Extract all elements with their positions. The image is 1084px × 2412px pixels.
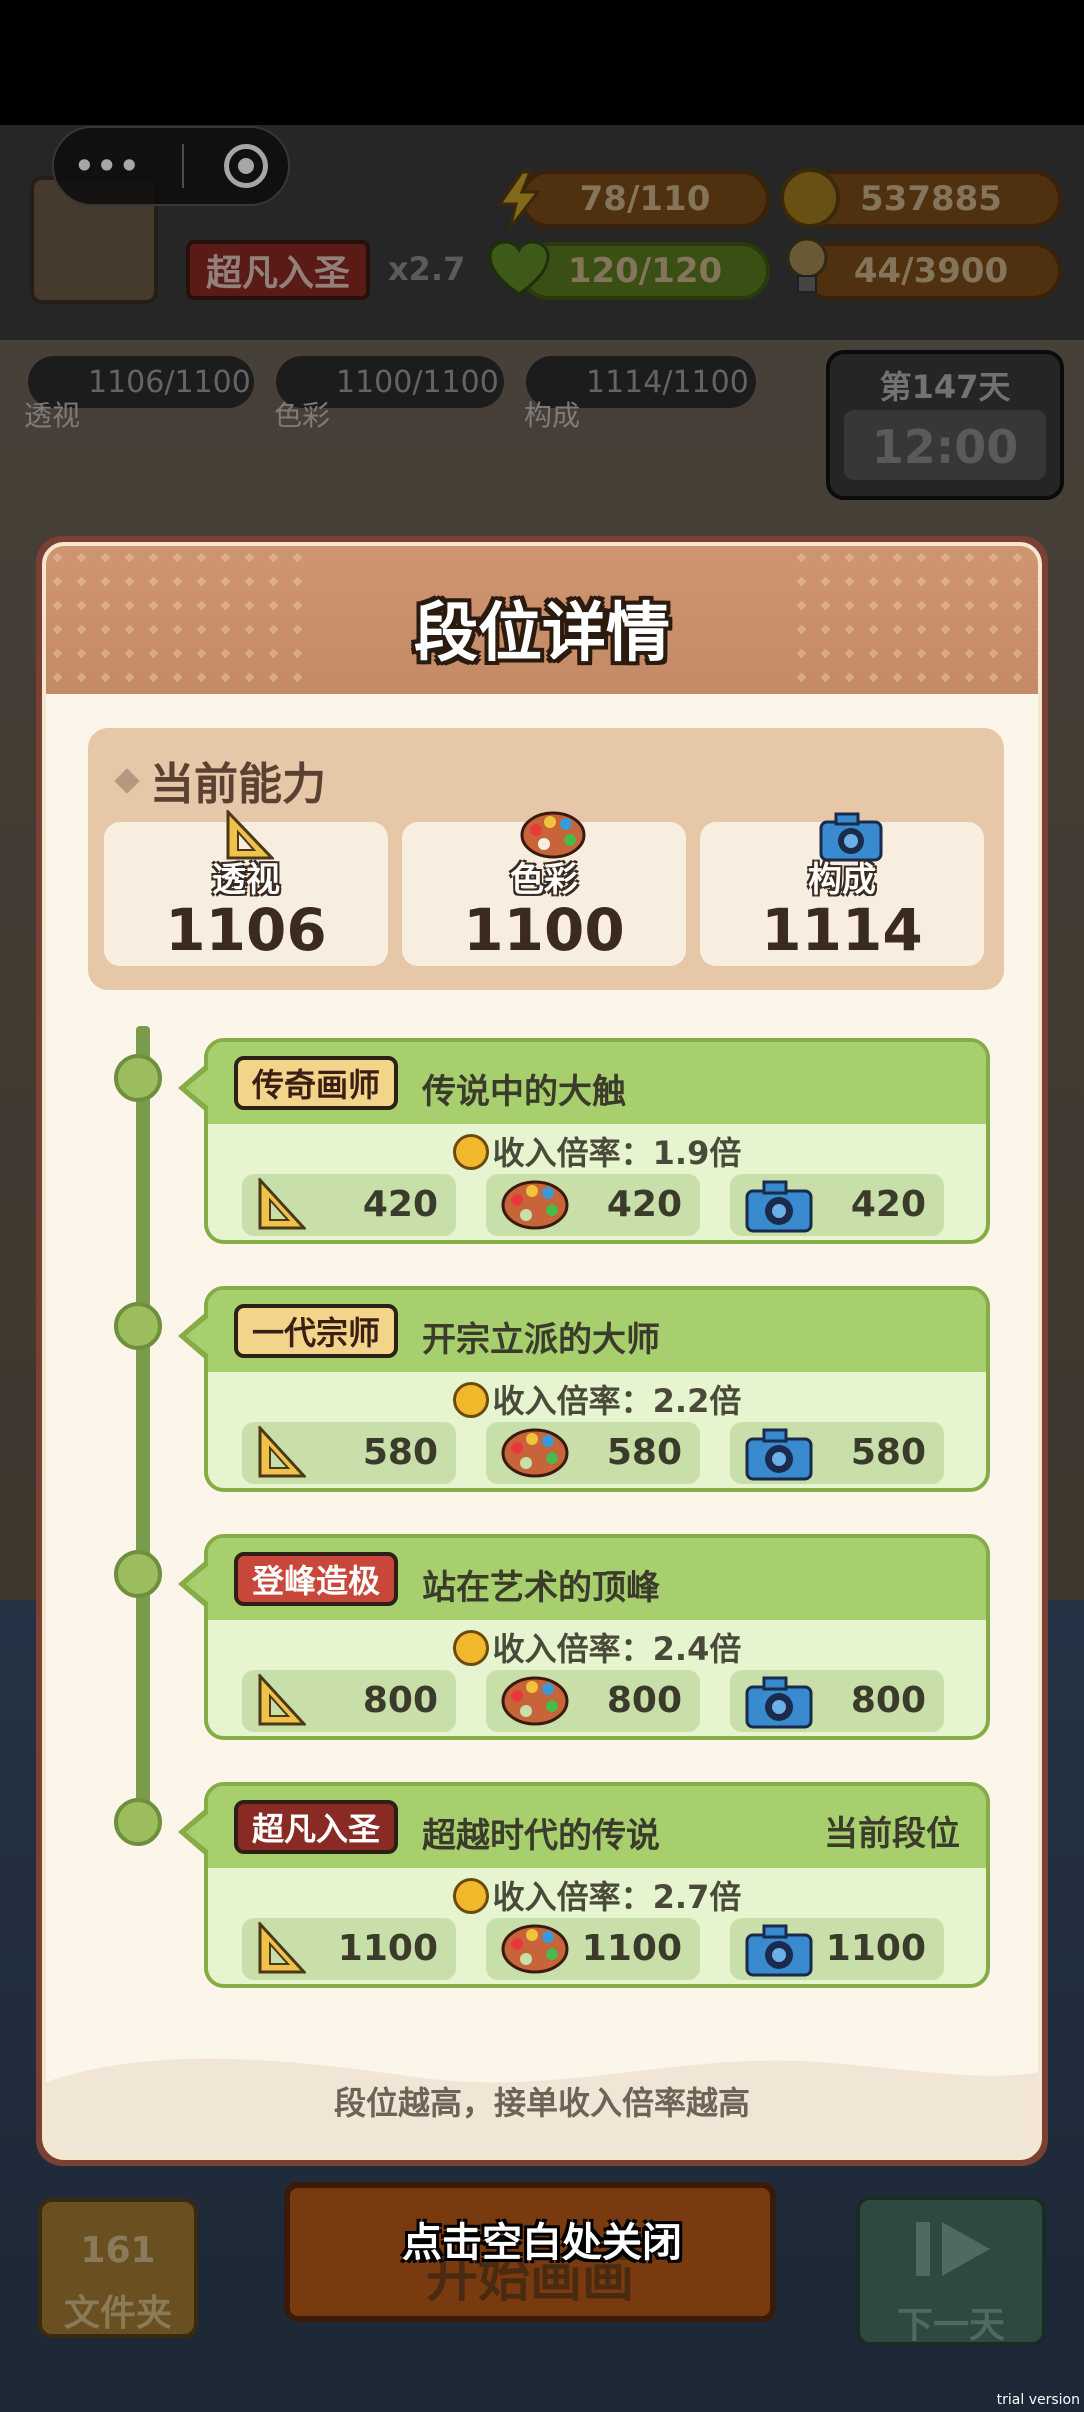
rank-name-badge: 传奇画师 xyxy=(234,1056,399,1110)
coin-icon xyxy=(452,1630,489,1666)
rank-card: 一代宗师 开宗立派的大师收入倍率：2.2倍 580 580 580 xyxy=(178,1286,990,1492)
income-multiplier: 收入倍率：1.9倍 xyxy=(208,1128,986,1174)
requirement-chip: 1100 xyxy=(730,1918,944,1980)
card-pointer-inner xyxy=(186,1812,210,1852)
palette-icon xyxy=(501,1428,569,1478)
requirement-chip: 420 xyxy=(486,1174,700,1236)
rank-card: 登峰造极 站在艺术的顶峰收入倍率：2.4倍 800 800 800 xyxy=(178,1534,990,1740)
ability-label: 构成 xyxy=(808,860,876,900)
requirement-chip: 800 xyxy=(242,1670,456,1732)
requirement-value: 1100 xyxy=(337,1928,438,1969)
camera-icon xyxy=(745,1924,813,1977)
income-multiplier: 收入倍率：2.2倍 xyxy=(208,1376,986,1422)
requirement-chip: 420 xyxy=(730,1174,944,1236)
modal-title: 段位详情 xyxy=(414,597,670,671)
coin-icon xyxy=(452,1878,489,1914)
card-pointer-inner xyxy=(186,1564,210,1604)
ruler-icon xyxy=(258,1674,306,1726)
timeline-node xyxy=(114,1054,162,1102)
requirement-value: 580 xyxy=(850,1432,926,1473)
rank-name-badge: 一代宗师 xyxy=(234,1304,399,1358)
rank-card: 传奇画师 传说中的大触收入倍率：1.9倍 420 420 420 xyxy=(178,1038,990,1244)
palette-icon xyxy=(501,1924,569,1974)
requirement-value: 420 xyxy=(606,1184,682,1225)
ability-box-perspective: 透视 1106 xyxy=(104,810,388,966)
rank-description: 开宗立派的大师 xyxy=(422,1320,660,1360)
rank-timeline xyxy=(136,1026,150,1816)
rank-card: 超凡入圣 超越时代的传说 当前段位收入倍率：2.7倍 1100 1100 1100 xyxy=(178,1782,990,1988)
camera-icon xyxy=(745,1676,813,1729)
card-pointer-inner xyxy=(186,1068,210,1108)
requirement-value: 580 xyxy=(362,1432,438,1473)
ability-value: 1100 xyxy=(463,896,625,964)
requirement-value: 420 xyxy=(362,1184,438,1225)
requirement-value: 580 xyxy=(606,1432,682,1473)
folder-label: 文件夹 xyxy=(63,2293,172,2334)
coin-icon xyxy=(452,1134,489,1170)
ruler-icon xyxy=(258,1922,306,1974)
rank-description: 传说中的大触 xyxy=(422,1072,626,1112)
timeline-node xyxy=(114,1550,162,1598)
ability-label: 透视 xyxy=(212,860,280,900)
requirement-chip: 580 xyxy=(486,1422,700,1484)
requirement-chip: 580 xyxy=(242,1422,456,1484)
requirement-chip: 1100 xyxy=(242,1918,456,1980)
tap-to-close-hint: 点击空白处关闭 xyxy=(402,2220,682,2266)
rank-description: 站在艺术的顶峰 xyxy=(422,1568,660,1608)
camera-icon xyxy=(745,1180,813,1233)
ruler-icon xyxy=(258,1178,306,1230)
requirement-value: 800 xyxy=(850,1680,926,1721)
requirement-chip: 420 xyxy=(242,1174,456,1236)
current-rank-label: 当前段位 xyxy=(824,1814,960,1854)
requirement-chip: 580 xyxy=(730,1422,944,1484)
palette-icon xyxy=(501,1676,569,1726)
ability-box-composition: 构成 1114 xyxy=(700,812,984,966)
requirement-value: 1100 xyxy=(581,1928,682,1969)
income-multiplier: 收入倍率：2.4倍 xyxy=(208,1624,986,1670)
requirement-chip: 800 xyxy=(730,1670,944,1732)
palette-icon xyxy=(501,1180,569,1230)
ability-value: 1106 xyxy=(165,896,327,964)
timeline-node xyxy=(114,1798,162,1846)
ability-box-color: 色彩 1100 xyxy=(402,811,686,966)
ability-label: 色彩 xyxy=(510,860,578,900)
rank-hint: 段位越高，接单收入倍率越高 xyxy=(333,2084,750,2122)
rank-name-badge: 超凡入圣 xyxy=(234,1800,399,1854)
card-pointer-inner xyxy=(186,1316,210,1356)
requirement-value: 800 xyxy=(606,1680,682,1721)
requirement-chip: 1100 xyxy=(486,1918,700,1980)
ability-value: 1114 xyxy=(761,896,923,964)
camera-icon xyxy=(745,1428,813,1481)
rank-description: 超越时代的传说 xyxy=(422,1816,660,1856)
rank-name-badge: 登峰造极 xyxy=(234,1552,399,1606)
ruler-icon xyxy=(258,1426,306,1478)
trial-watermark: trial version xyxy=(996,2392,1080,2408)
requirement-value: 420 xyxy=(850,1184,926,1225)
timeline-node xyxy=(114,1302,162,1350)
requirement-value: 800 xyxy=(362,1680,438,1721)
requirement-value: 1100 xyxy=(825,1928,926,1969)
ability-title: 当前能力 xyxy=(150,759,326,810)
requirement-chip: 800 xyxy=(486,1670,700,1732)
income-multiplier: 收入倍率：2.7倍 xyxy=(208,1872,986,1918)
rank-details-modal: 段位详情 当前能力 透视 1106 色彩 1100 构成 1114 传奇画师 传说… xyxy=(36,536,1048,2166)
coin-icon xyxy=(452,1382,489,1418)
next-day-label: 下一天 xyxy=(896,2305,1005,2346)
